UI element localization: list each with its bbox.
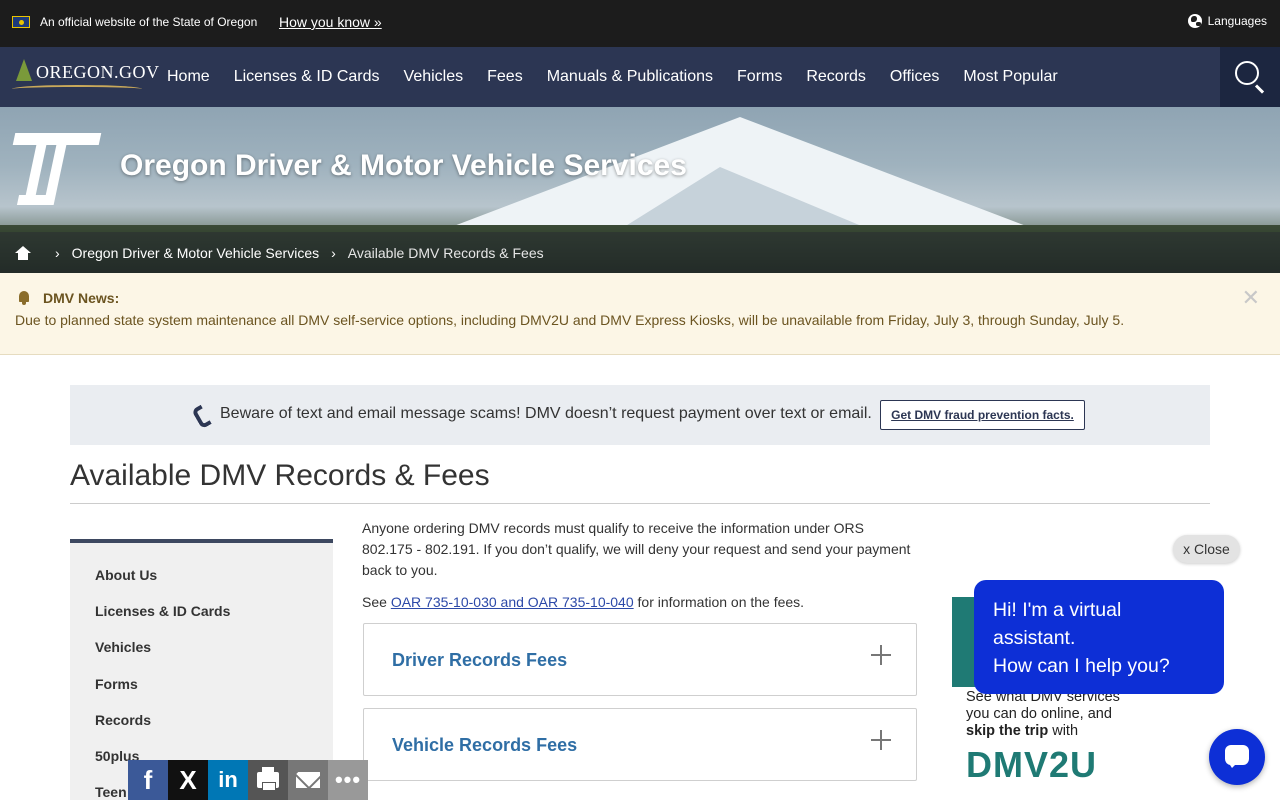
dmv2u-promo-text[interactable]: See what DMV services you can do online,… <box>966 689 1156 740</box>
print-button[interactable] <box>248 760 288 800</box>
official-site-banner: An official website of the State of Oreg… <box>0 0 1280 47</box>
chevron-right-icon: › <box>55 244 60 261</box>
facebook-icon: f <box>143 764 153 795</box>
sidebar-item-records[interactable]: Records <box>95 712 151 728</box>
main-content: Anyone ordering DMV records must qualify… <box>362 518 918 610</box>
how-you-know-link[interactable]: How you know » <box>279 14 382 30</box>
accordion-vehicle-records-fees[interactable]: Vehicle Records Fees <box>363 708 917 781</box>
search-icon <box>1235 61 1259 85</box>
printer-icon <box>257 767 279 791</box>
oregon-flag-icon <box>12 16 30 28</box>
chat-launcher-button[interactable] <box>1209 729 1265 785</box>
chat-greeting: Hi! I'm a virtual assistant. <box>993 599 1122 649</box>
page-title: Available DMV Records & Fees <box>70 459 490 492</box>
breadcrumb-current: Available DMV Records & Fees <box>347 244 544 261</box>
phone-icon <box>196 406 210 422</box>
virtual-assistant-bubble[interactable]: Hi! I'm a virtual assistant. How can I h… <box>974 580 1224 694</box>
alert-title: DMV News: <box>43 290 120 306</box>
scam-warning-text: Beware of text and email message scams! … <box>220 405 872 422</box>
close-icon[interactable]: ✕ <box>1242 287 1260 309</box>
odot-logo-icon <box>12 131 102 207</box>
tree-icon <box>16 59 32 81</box>
divider <box>70 503 1210 504</box>
search-button[interactable] <box>1220 47 1280 107</box>
share-bar: f X in ••• <box>128 760 368 800</box>
languages-button[interactable]: Languages <box>1187 14 1267 28</box>
plus-icon <box>871 730 891 750</box>
chevron-right-icon: › <box>331 244 336 261</box>
facebook-share-button[interactable]: f <box>128 760 168 800</box>
nav-item-records[interactable]: Records <box>806 68 866 86</box>
nav-item-vehicles[interactable]: Vehicles <box>404 68 464 86</box>
nav-item-manuals[interactable]: Manuals & Publications <box>547 68 713 86</box>
nav-links: Home Licenses & ID Cards Vehicles Fees M… <box>167 47 1082 107</box>
dmv-news-alert: DMV News: Due to planned state system ma… <box>0 273 1280 355</box>
languages-label: Languages <box>1207 14 1267 28</box>
main-navigation: OREGON.GOV Home Licenses & ID Cards Vehi… <box>0 47 1280 107</box>
oar-link[interactable]: OAR 735-10-030 and OAR 735-10-040 <box>391 594 634 610</box>
hero-title: Oregon Driver & Motor Vehicle Services <box>120 149 687 182</box>
bell-icon <box>18 291 30 305</box>
linkedin-icon: in <box>218 767 238 792</box>
envelope-icon <box>296 772 320 788</box>
sidebar-item-teen[interactable]: Teen <box>95 784 127 800</box>
linkedin-share-button[interactable]: in <box>208 760 248 800</box>
nav-item-fees[interactable]: Fees <box>487 68 523 86</box>
logo-swoosh <box>12 85 142 93</box>
logo-text: OREGON.GOV <box>36 62 160 82</box>
sidebar-item-about-us[interactable]: About Us <box>95 567 157 583</box>
nav-item-home[interactable]: Home <box>167 68 210 86</box>
x-icon: X <box>179 764 197 795</box>
home-icon[interactable] <box>15 245 31 260</box>
alert-text: Due to planned state system maintenance … <box>15 312 1125 328</box>
breadcrumb: › Oregon Driver & Motor Vehicle Services… <box>0 232 1280 273</box>
globe-icon <box>1187 14 1202 28</box>
nav-item-licenses[interactable]: Licenses & ID Cards <box>234 68 380 86</box>
accordion-driver-records-fees[interactable]: Driver Records Fees <box>363 623 917 696</box>
more-icon: ••• <box>334 767 362 792</box>
more-share-button[interactable]: ••• <box>328 760 368 800</box>
accordion-title: Driver Records Fees <box>392 650 568 670</box>
intro-paragraph: Anyone ordering DMV records must qualify… <box>362 520 911 578</box>
scam-warning-banner: Beware of text and email message scams! … <box>70 385 1210 445</box>
email-share-button[interactable] <box>288 760 328 800</box>
accordion-title: Vehicle Records Fees <box>392 735 578 755</box>
sidebar-item-forms[interactable]: Forms <box>95 676 138 692</box>
breadcrumb-dmv-link[interactable]: Oregon Driver & Motor Vehicle Services <box>72 245 319 261</box>
sidebar-item-licenses[interactable]: Licenses & ID Cards <box>95 603 230 619</box>
fees-reference: See OAR 735-10-030 and OAR 735-10-040 fo… <box>362 594 805 610</box>
x-share-button[interactable]: X <box>168 760 208 800</box>
chat-close-button[interactable]: x Close <box>1173 535 1240 563</box>
chat-icon <box>1225 745 1249 768</box>
official-site-text: An official website of the State of Oreg… <box>40 15 258 29</box>
oregon-gov-logo[interactable]: OREGON.GOV <box>12 57 159 97</box>
nav-item-offices[interactable]: Offices <box>890 68 940 86</box>
hero-banner: Oregon Driver & Motor Vehicle Services ›… <box>0 107 1280 273</box>
nav-item-forms[interactable]: Forms <box>737 68 782 86</box>
nav-item-most-popular[interactable]: Most Popular <box>963 68 1057 86</box>
fraud-facts-button[interactable]: Get DMV fraud prevention facts. <box>880 400 1085 430</box>
plus-icon <box>871 645 891 665</box>
dmv2u-logo[interactable]: DMV2U <box>966 744 1097 786</box>
sidebar-item-vehicles[interactable]: Vehicles <box>95 639 151 655</box>
chat-question: How can I help you? <box>993 655 1170 677</box>
